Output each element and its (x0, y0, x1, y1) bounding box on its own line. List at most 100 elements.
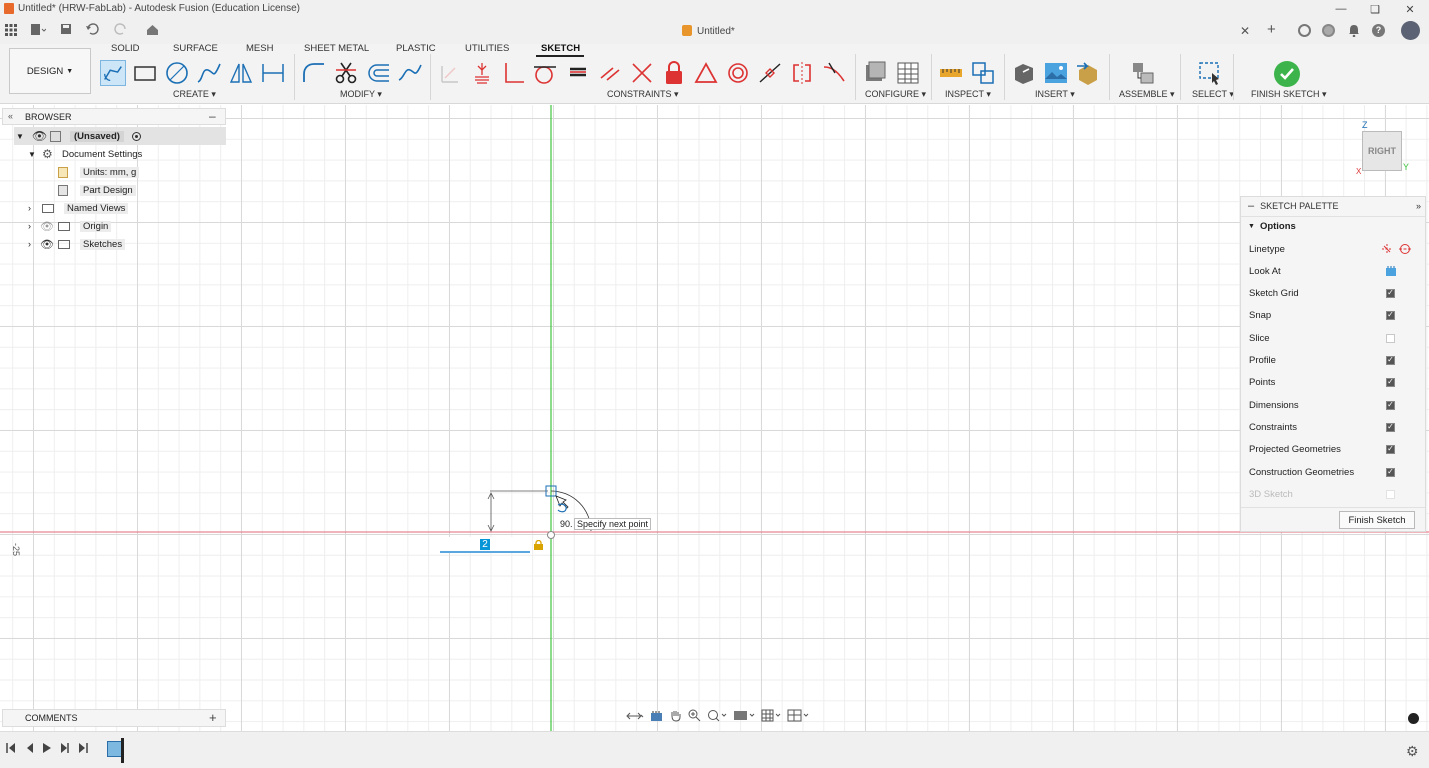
step-back-icon[interactable] (24, 742, 34, 754)
select-menu[interactable]: SELECT ▾ (1192, 89, 1234, 100)
tab-sketch[interactable]: SKETCH (541, 43, 580, 54)
visibility-eye-icon[interactable]: 👁 (40, 238, 58, 251)
tab-sheet-metal[interactable]: SHEET METAL (304, 43, 369, 54)
collapsed-arrow-icon[interactable]: › (28, 221, 40, 231)
snap-checkbox[interactable]: ✓ (1386, 310, 1395, 320)
slice-checkbox[interactable] (1386, 333, 1395, 343)
online-status-icon[interactable] (1322, 24, 1335, 37)
comments-panel[interactable]: COMMENTS + (2, 709, 226, 727)
fix-lock-icon[interactable] (661, 60, 687, 86)
hidden-eye-icon[interactable]: 👁 (40, 220, 58, 233)
look-at-nav-icon[interactable] (650, 710, 663, 722)
part-design-row[interactable]: Part Design (14, 181, 226, 199)
horizontal-vertical-constraint-icon[interactable] (629, 60, 655, 86)
tab-surface[interactable]: SURFACE (173, 43, 218, 54)
insert-mesh-icon[interactable] (1075, 60, 1101, 86)
collapse-icon[interactable]: – (1248, 200, 1254, 212)
insert-derive-icon[interactable] (1011, 60, 1037, 86)
browser-root-row[interactable]: ▼ 👁 (Unsaved) (14, 127, 226, 145)
units-row[interactable]: Units: mm, g (14, 163, 226, 181)
minimize-button[interactable]: — (1330, 0, 1352, 18)
interference-icon[interactable] (970, 60, 996, 86)
expand-arrow-icon[interactable]: ▼ (16, 132, 28, 141)
fit-zoom-icon[interactable] (707, 709, 727, 722)
select-window-icon[interactable] (1197, 60, 1223, 86)
extend-tool-icon[interactable] (397, 60, 423, 86)
tab-utilities[interactable]: UTILITIES (465, 43, 509, 54)
modify-menu[interactable]: MODIFY ▾ (340, 89, 382, 100)
text-commands-icon[interactable] (1408, 713, 1419, 724)
coincident-constraint-icon[interactable] (469, 60, 495, 86)
dimension-lock-icon[interactable] (534, 539, 543, 553)
constraints-menu[interactable]: CONSTRAINTS ▾ (607, 89, 679, 100)
offset-tool-icon[interactable] (365, 60, 391, 86)
go-to-end-icon[interactable] (78, 742, 88, 754)
insert-menu[interactable]: INSERT ▾ (1035, 89, 1075, 100)
sketches-row[interactable]: › 👁 Sketches (14, 235, 226, 253)
apps-grid-icon[interactable] (5, 24, 17, 39)
undo-icon[interactable] (85, 22, 105, 39)
close-window-button[interactable]: ✕ (1399, 0, 1421, 18)
dimension-input[interactable]: 2 (440, 537, 530, 553)
finish-sketch-button[interactable]: Finish Sketch (1339, 511, 1415, 529)
display-settings-icon[interactable] (733, 709, 755, 722)
tab-plastic[interactable]: PLASTIC (396, 43, 436, 54)
help-icon[interactable]: ? (1372, 24, 1385, 37)
job-status-icon[interactable] (1298, 24, 1311, 37)
sketch-grid-checkbox[interactable]: ✓ (1386, 288, 1395, 298)
tangent-constraint-icon[interactable] (532, 60, 558, 86)
rectangle-tool-icon[interactable] (132, 60, 158, 86)
options-section-header[interactable]: ▼ Options (1241, 216, 1425, 236)
perpendicular-constraint-icon[interactable] (501, 60, 527, 86)
circle-tool-icon[interactable] (164, 60, 190, 86)
midpoint-constraint-icon[interactable] (757, 60, 783, 86)
timeline-marker[interactable] (121, 738, 124, 763)
collapsed-arrow-icon[interactable]: › (28, 239, 40, 249)
dimension-tool-icon[interactable] (260, 60, 286, 86)
measure-icon[interactable] (938, 60, 964, 86)
points-checkbox[interactable]: ✓ (1386, 377, 1395, 387)
line-tool-icon[interactable] (100, 60, 126, 86)
assemble-menu[interactable]: ASSEMBLE ▾ (1119, 89, 1175, 100)
viewcube[interactable]: RIGHT (1362, 131, 1402, 171)
tab-solid[interactable]: SOLID (111, 43, 140, 54)
configure-parameters-icon[interactable] (862, 60, 888, 86)
profile-checkbox[interactable]: ✓ (1386, 355, 1395, 365)
curvature-constraint-icon[interactable] (821, 60, 847, 86)
orbit-icon[interactable] (626, 710, 644, 722)
construction-geometries-checkbox[interactable]: ✓ (1386, 467, 1395, 477)
constraints-checkbox[interactable]: ✓ (1386, 422, 1395, 432)
new-tab-icon[interactable]: + (1267, 21, 1276, 38)
file-menu-icon[interactable] (30, 23, 47, 40)
projected-geometries-checkbox[interactable]: ✓ (1386, 444, 1395, 454)
document-settings-row[interactable]: ▼ ⚙ Document Settings (14, 145, 226, 163)
redo-icon[interactable] (113, 22, 133, 39)
mirror-tool-icon[interactable] (228, 60, 254, 86)
close-tab-icon[interactable]: ✕ (1240, 24, 1250, 38)
visibility-eye-icon[interactable]: 👁 (32, 129, 50, 143)
expand-panel-icon[interactable]: » (1416, 201, 1421, 211)
fix-constraint-icon[interactable] (437, 60, 463, 86)
add-comment-icon[interactable]: + (209, 710, 217, 725)
construction-linetype-icon[interactable] (1381, 243, 1393, 255)
symmetry-constraint-icon[interactable] (789, 60, 815, 86)
browser-panel-header[interactable]: « BROWSER – (2, 108, 226, 125)
named-views-row[interactable]: › Named Views (14, 199, 226, 217)
equal-constraint-icon[interactable] (565, 60, 591, 86)
configure-table-icon[interactable] (895, 60, 921, 86)
collapse-panel-icon[interactable]: « (8, 111, 13, 121)
parallel-constraint-icon[interactable] (597, 60, 623, 86)
spline-tool-icon[interactable] (196, 60, 222, 86)
fillet-tool-icon[interactable] (300, 60, 326, 86)
assemble-joint-icon[interactable] (1130, 60, 1156, 86)
configure-menu[interactable]: CONFIGURE ▾ (865, 89, 926, 100)
activate-radio-icon[interactable] (131, 131, 141, 141)
origin-row[interactable]: › 👁 Origin (14, 217, 226, 235)
look-at-icon[interactable] (1385, 265, 1397, 277)
timeline-settings-gear-icon[interactable]: ⚙ (1406, 743, 1419, 760)
play-icon[interactable] (42, 742, 52, 754)
centerline-linetype-icon[interactable] (1399, 243, 1411, 255)
palette-header[interactable]: – SKETCH PALETTE » (1241, 197, 1425, 215)
grid-settings-icon[interactable] (761, 709, 781, 722)
home-icon[interactable] (146, 23, 159, 39)
